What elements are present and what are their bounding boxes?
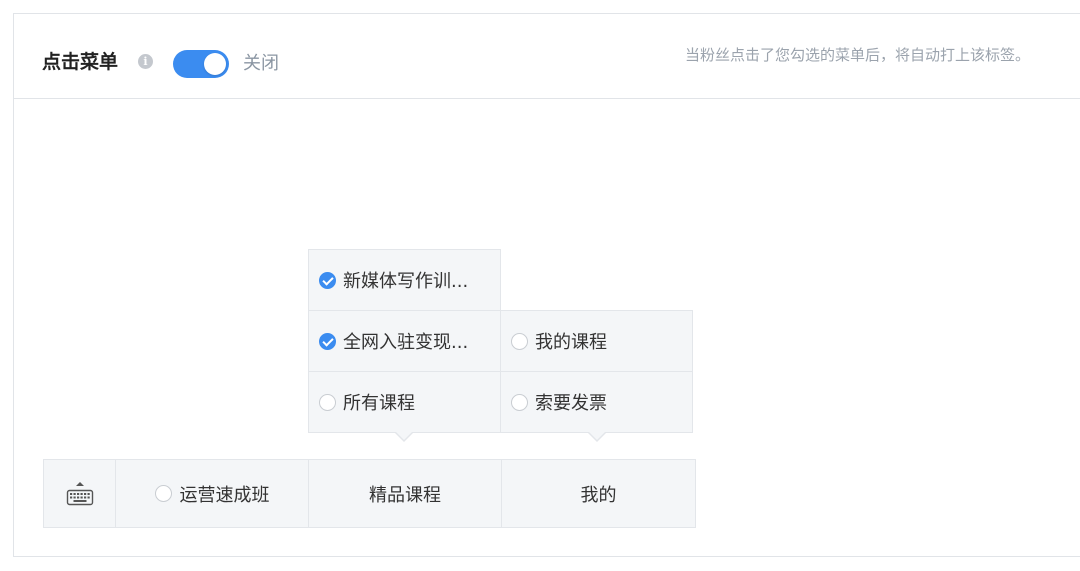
click-menu-panel: 点击菜单 i 关闭 当粉丝点击了您勾选的菜单后，将自动打上该标签。 新媒体写作训… [13, 13, 1080, 557]
radio-icon[interactable] [154, 485, 172, 502]
info-icon[interactable]: i [138, 54, 153, 69]
radio-icon[interactable] [319, 393, 336, 411]
submenu-item[interactable]: 新媒体写作训... [308, 249, 501, 311]
submenu-item-label: 我的课程 [535, 332, 607, 353]
radio-icon[interactable] [511, 332, 528, 350]
menu-item-featured-courses[interactable]: 精品课程 [309, 460, 502, 527]
menu-item-course-bootcamp[interactable]: 运营速成班 [116, 460, 309, 527]
submenu-pointer [395, 432, 413, 442]
submenu-item[interactable]: 我的课程 [500, 310, 693, 372]
keyboard-toggle-button[interactable] [44, 460, 116, 527]
submenu-pointer [588, 432, 606, 442]
menu-item-mine[interactable]: 我的 [502, 460, 695, 527]
submenu-item-label: 新媒体写作训... [343, 271, 469, 292]
menu-item-label: 运营速成班 [179, 484, 270, 506]
panel-header: 点击菜单 i 关闭 当粉丝点击了您勾选的菜单后，将自动打上该标签。 [14, 14, 1080, 99]
checked-radio-icon[interactable] [319, 271, 336, 289]
keyboard-icon [66, 481, 93, 505]
submenu-item[interactable]: 索要发票 [500, 371, 693, 433]
toggle-switch[interactable] [173, 50, 229, 78]
panel-title: 点击菜单 [42, 51, 119, 73]
submenu-item[interactable]: 所有课程 [308, 371, 501, 433]
menu-item-label: 精品课程 [369, 484, 441, 506]
submenu-item-label: 索要发票 [535, 393, 607, 414]
toggle-label: 关闭 [243, 53, 279, 74]
hint-text: 当粉丝点击了您勾选的菜单后，将自动打上该标签。 [685, 46, 1031, 64]
submenu-item-label: 全网入驻变现... [343, 332, 469, 353]
menu-bar: 运营速成班 精品课程 我的 [43, 459, 696, 528]
radio-icon[interactable] [511, 393, 528, 411]
toggle-knob [204, 53, 226, 75]
menu-item-label: 我的 [580, 484, 617, 506]
submenu-item[interactable]: 全网入驻变现... [308, 310, 501, 372]
checked-radio-icon[interactable] [319, 332, 336, 350]
submenu-item-label: 所有课程 [343, 393, 415, 414]
